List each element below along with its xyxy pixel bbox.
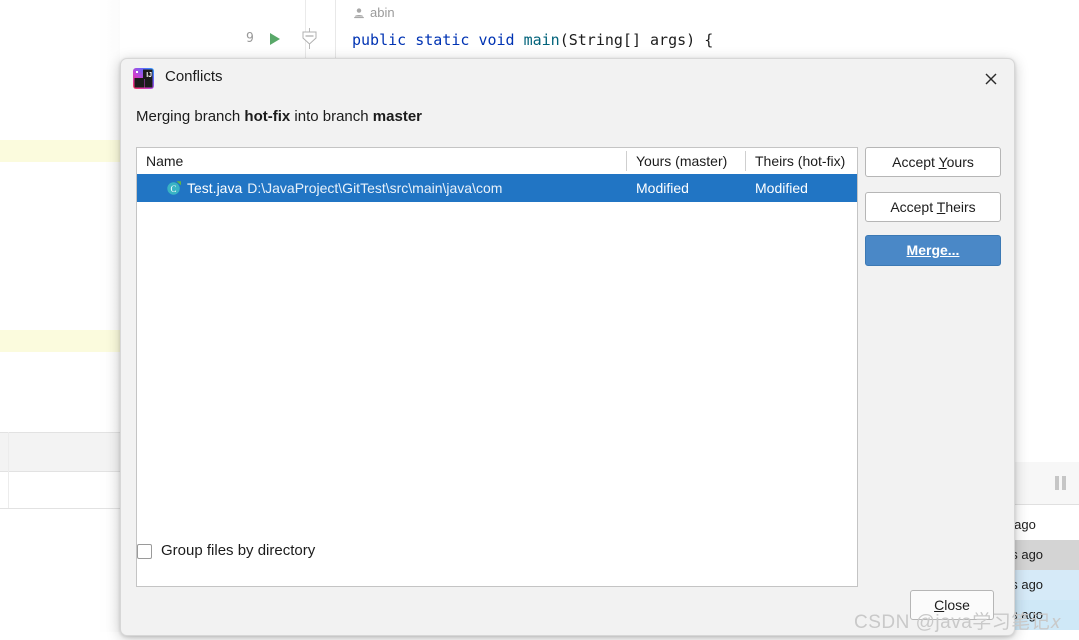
pause-icon[interactable] bbox=[1055, 476, 1067, 490]
divider bbox=[0, 471, 120, 472]
table-row[interactable]: C Test.java D:\JavaProject\GitTest\src\ma… bbox=[137, 174, 857, 202]
code-fold-icon[interactable] bbox=[301, 28, 318, 49]
watermark: CSDN @java学习笔记𝑥 bbox=[854, 612, 1062, 633]
svg-text:IJ: IJ bbox=[146, 72, 152, 79]
dialog-title: Conflicts bbox=[165, 68, 223, 85]
code-signature: (String[] args) { bbox=[559, 31, 714, 49]
code-editor: 9 abin public static void main(String[] … bbox=[120, 0, 1079, 58]
merge-button[interactable]: Merge... bbox=[865, 235, 1001, 266]
file-name: Test.java bbox=[187, 180, 243, 196]
merge-middle: into branch bbox=[290, 108, 373, 125]
column-divider[interactable] bbox=[626, 151, 627, 171]
merge-description: Merging branch hot-fix into branch maste… bbox=[136, 108, 422, 125]
code-keyword: public bbox=[352, 31, 407, 49]
column-header-theirs[interactable]: Theirs (hot-fix) bbox=[751, 148, 865, 174]
column-header-name[interactable]: Name bbox=[146, 148, 616, 174]
group-files-checkbox[interactable] bbox=[137, 544, 152, 559]
column-divider[interactable] bbox=[745, 151, 746, 171]
conflicts-dialog: IJ Conflicts Merging branch hot-fix into… bbox=[120, 58, 1015, 636]
ide-panel-band bbox=[0, 433, 120, 471]
person-icon bbox=[354, 8, 364, 19]
mnemonic: Y bbox=[938, 154, 947, 170]
java-class-icon: C bbox=[167, 181, 181, 195]
accept-theirs-button[interactable]: Accept Theirs bbox=[865, 192, 1001, 222]
cell-theirs-status: Modified bbox=[755, 180, 808, 196]
divider bbox=[0, 508, 120, 509]
group-files-label: Group files by directory bbox=[161, 542, 316, 559]
divider bbox=[8, 432, 9, 508]
target-branch: master bbox=[372, 108, 422, 125]
screen: 9 abin public static void main(String[] … bbox=[0, 0, 1079, 640]
code-line: public static void main(String[] args) { bbox=[352, 31, 713, 49]
svg-text:C: C bbox=[170, 184, 176, 194]
intellij-idea-icon: IJ bbox=[133, 68, 154, 89]
table-header: Name Yours (master) Theirs (hot-fix) bbox=[137, 148, 857, 175]
divider bbox=[0, 432, 120, 433]
column-header-yours[interactable]: Yours (master) bbox=[632, 148, 748, 174]
file-path: D:\JavaProject\GitTest\src\main\java\com bbox=[247, 180, 503, 196]
dialog-titlebar: IJ Conflicts bbox=[121, 59, 1014, 99]
gutter-divider bbox=[335, 0, 336, 58]
accept-yours-button[interactable]: Accept Yours bbox=[865, 147, 1001, 177]
code-keyword: static bbox=[415, 31, 470, 49]
ide-left-pane bbox=[0, 0, 120, 640]
code-author-hint: abin bbox=[370, 5, 395, 20]
line-number: 9 bbox=[246, 31, 254, 46]
merge-prefix: Merging branch bbox=[136, 108, 245, 125]
cell-yours-status: Modified bbox=[636, 180, 689, 196]
run-arrow-icon[interactable] bbox=[270, 33, 280, 45]
code-keyword: void bbox=[478, 31, 515, 49]
conflicts-table: Name Yours (master) Theirs (hot-fix) C T… bbox=[136, 147, 858, 587]
editor-highlight-band bbox=[0, 330, 120, 352]
mnemonic: T bbox=[936, 199, 946, 215]
code-method-name: main bbox=[523, 31, 560, 49]
editor-highlight-band bbox=[0, 140, 120, 162]
merge-button-label: Merge... bbox=[906, 242, 960, 258]
close-icon[interactable] bbox=[976, 65, 1006, 93]
cell-file-name: Test.java D:\JavaProject\GitTest\src\main… bbox=[187, 174, 617, 202]
source-branch: hot-fix bbox=[244, 108, 291, 125]
